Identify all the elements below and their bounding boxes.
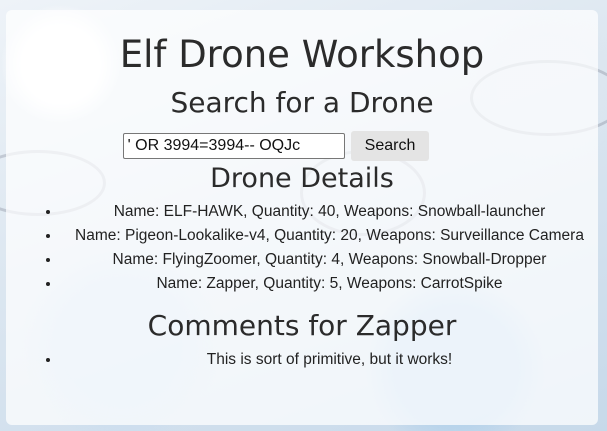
drone-details-heading: Drone Details (210, 163, 394, 194)
page-title: Elf Drone Workshop (119, 33, 485, 76)
search-heading: Search for a Drone (170, 86, 434, 119)
search-form: Search (6, 131, 598, 161)
comments-heading: Comments for Zapper (147, 309, 457, 342)
drone-detail-item: Name: FlyingZoomer, Quantity: 4, Weapons… (61, 248, 598, 272)
search-input[interactable] (122, 133, 345, 159)
content-panel: Elf Drone Workshop Search for a Drone Se… (6, 10, 598, 425)
drone-detail-item: Name: Zapper, Quantity: 5, Weapons: Carr… (61, 272, 598, 296)
drone-detail-item: Name: ELF-HAWK, Quantity: 40, Weapons: S… (61, 200, 598, 224)
search-button[interactable]: Search (350, 131, 430, 161)
drone-details-list: Name: ELF-HAWK, Quantity: 40, Weapons: S… (6, 200, 598, 296)
comment-item: This is sort of primitive, but it works! (61, 348, 598, 372)
comments-list: This is sort of primitive, but it works! (6, 348, 598, 372)
drone-detail-item: Name: Pigeon-Lookalike-v4, Quantity: 20,… (61, 224, 598, 248)
